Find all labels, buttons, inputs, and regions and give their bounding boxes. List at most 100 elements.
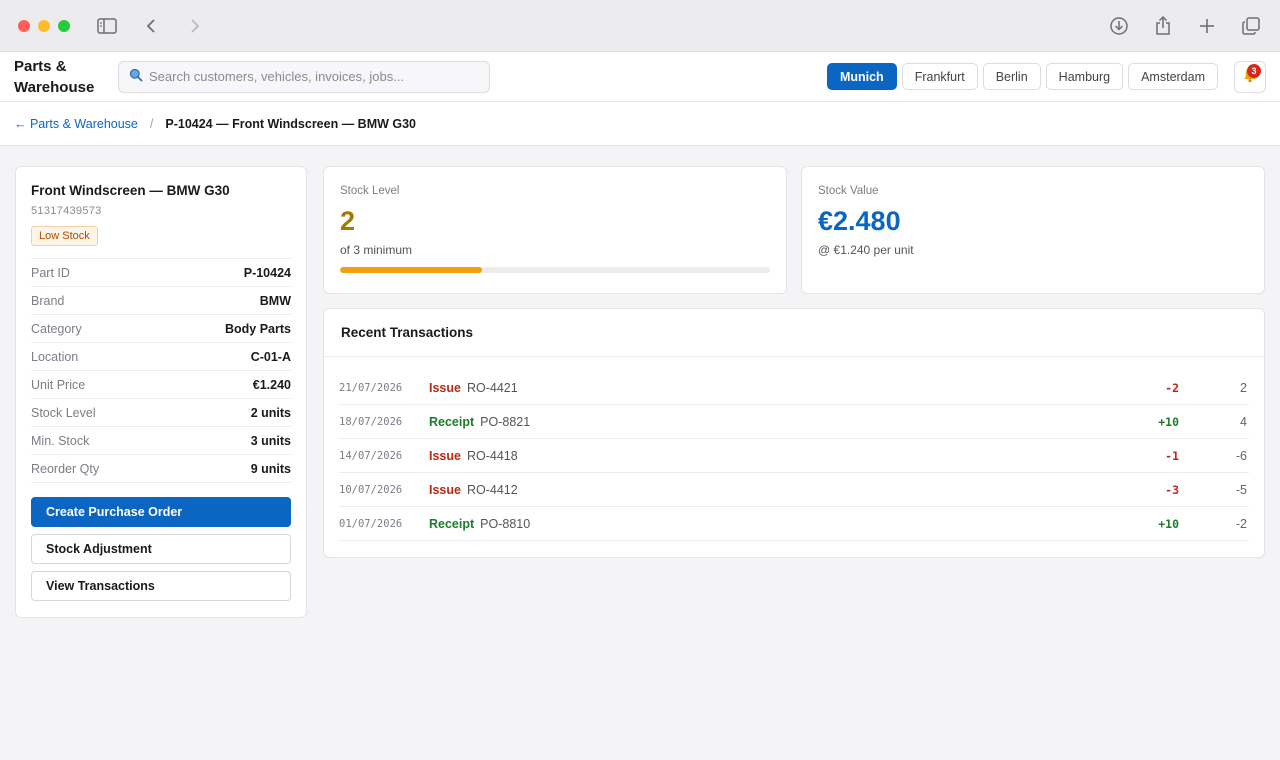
stock-level-value: 2 — [340, 206, 356, 236]
location-munich[interactable]: Munich — [826, 63, 897, 90]
transaction-date: 21/07/2026 — [339, 381, 403, 394]
detail-label: Stock Level — [31, 405, 96, 420]
browser-toolbar — [0, 0, 1280, 52]
transactions-list: 21/07/2026 Issue RO-4421 -2 2 18/07/2026 Recei… — [324, 357, 1264, 557]
right-column: Stock Level 2 of 3 minimum Stock Value €… — [323, 166, 1265, 618]
transactions-title: Recent Transactions — [324, 309, 1264, 357]
stock-value-card: Stock Value €2.480 @ €1.240 per unit — [801, 166, 1265, 294]
location-hamburg[interactable]: Hamburg — [1045, 63, 1124, 90]
detail-value: 9 units — [250, 461, 291, 476]
close-window-button[interactable] — [18, 19, 30, 32]
transaction-date: 14/07/2026 — [339, 449, 403, 462]
detail-value: €1.240 — [252, 377, 291, 392]
stock-adjustment-button[interactable]: Stock Adjustment — [31, 534, 291, 564]
location-berlin[interactable]: Berlin — [982, 63, 1041, 90]
detail-value: BMW — [259, 293, 291, 308]
transaction-date: 01/07/2026 — [339, 517, 403, 530]
detail-value: 2 units — [250, 405, 291, 420]
transaction-quantity: -3 — [1165, 482, 1179, 497]
part-title: Front Windscreen — BMW G30 — [31, 183, 230, 198]
transaction-type: Issue — [429, 380, 461, 395]
transaction-type: Issue — [429, 482, 461, 497]
transaction-reference: RO-4412 — [466, 482, 518, 497]
notification-count-badge: 3 — [1247, 63, 1261, 78]
tabs-overview-icon[interactable] — [1240, 15, 1262, 37]
app-brand: Parts & Warehouse — [14, 57, 95, 96]
transaction-row[interactable]: 01/07/2026 Receipt PO-8810 +10 -2 — [339, 507, 1249, 541]
transaction-row[interactable]: 14/07/2026 Issue RO-4418 -1 -6 — [339, 439, 1249, 473]
transaction-row[interactable]: 18/07/2026 Receipt PO-8821 +10 4 — [339, 405, 1249, 439]
transaction-quantity: +10 — [1158, 516, 1179, 531]
stock-level-progress-bar — [340, 267, 770, 273]
detail-row-reorder-qty: Reorder Qty 9 units — [31, 455, 291, 483]
transaction-date: 10/07/2026 — [339, 483, 403, 496]
transaction-quantity: -1 — [1165, 448, 1179, 463]
stock-value-label: Stock Value — [818, 185, 879, 197]
recent-transactions-card: Recent Transactions 21/07/2026 Issue RO-44… — [323, 308, 1265, 558]
create-purchase-order-button[interactable]: Create Purchase Order — [31, 497, 291, 527]
transaction-type: Receipt — [429, 516, 475, 531]
minimize-window-button[interactable] — [38, 19, 50, 32]
maximize-window-button[interactable] — [58, 19, 70, 32]
transaction-reference: PO-8821 — [480, 414, 531, 429]
breadcrumb-separator: / — [149, 116, 154, 131]
location-frankfurt[interactable]: Frankfurt — [901, 63, 978, 90]
transaction-type: Issue — [429, 448, 461, 463]
download-icon[interactable] — [1108, 15, 1130, 37]
part-details-card: Front Windscreen — BMW G30 51317439573 L… — [15, 166, 307, 618]
breadcrumb: ← Parts & Warehouse / P-10424 — Front Wi… — [0, 102, 1280, 146]
transaction-balance: -6 — [1235, 448, 1247, 463]
detail-value: C-01-A — [250, 349, 291, 364]
transaction-balance: 4 — [1240, 414, 1247, 429]
detail-label: Reorder Qty — [31, 461, 100, 476]
detail-label: Brand — [31, 293, 65, 308]
stock-level-sub: of 3 minimum — [340, 243, 413, 257]
transaction-date: 18/07/2026 — [339, 415, 403, 428]
transaction-balance: -5 — [1235, 482, 1247, 497]
detail-row-location: Location C-01-A — [31, 343, 291, 371]
detail-label: Min. Stock — [31, 433, 90, 448]
view-transactions-button[interactable]: View Transactions — [31, 571, 291, 601]
location-switcher: Munich Frankfurt Berlin Hamburg Amsterda… — [826, 63, 1218, 90]
transaction-balance: -2 — [1235, 516, 1247, 531]
transaction-balance: 2 — [1240, 380, 1247, 395]
detail-value: P-10424 — [243, 265, 291, 280]
stock-value-amount: €2.480 — [818, 206, 901, 236]
transaction-quantity: -2 — [1165, 380, 1179, 395]
stock-level-label: Stock Level — [340, 185, 400, 197]
sidebar-toggle-icon[interactable] — [96, 15, 118, 37]
location-amsterdam[interactable]: Amsterdam — [1128, 63, 1218, 90]
forward-icon[interactable] — [184, 15, 206, 37]
detail-row-stock-level: Stock Level 2 units — [31, 399, 291, 427]
transaction-reference: RO-4418 — [466, 448, 518, 463]
part-details-list: Part ID P-10424 Brand BMW Category Body Par… — [31, 258, 291, 483]
part-number: 51317439573 — [31, 205, 102, 217]
detail-label: Unit Price — [31, 377, 86, 392]
status-badge: Low Stock — [31, 226, 98, 246]
stock-level-progress-fill — [340, 267, 482, 273]
search-box[interactable] — [118, 60, 490, 93]
detail-row-part-id: Part ID P-10424 — [31, 259, 291, 287]
search-input[interactable] — [149, 69, 479, 84]
transaction-quantity: +10 — [1158, 414, 1179, 429]
transaction-reference: PO-8810 — [480, 516, 531, 531]
detail-row-category: Category Body Parts — [31, 315, 291, 343]
breadcrumb-current: P-10424 — Front Windscreen — BMW G30 — [165, 116, 417, 131]
new-tab-icon[interactable] — [1196, 15, 1218, 37]
transaction-row[interactable]: 10/07/2026 Issue RO-4412 -3 -5 — [339, 473, 1249, 507]
transaction-row[interactable]: 21/07/2026 Issue RO-4421 -2 2 — [339, 371, 1249, 405]
back-icon[interactable] — [140, 15, 162, 37]
share-icon[interactable] — [1152, 15, 1174, 37]
main-content: Front Windscreen — BMW G30 51317439573 L… — [0, 146, 1280, 638]
search-icon — [129, 68, 143, 85]
notifications-button[interactable]: 3 — [1234, 60, 1266, 93]
stock-value-sub: @ €1.240 per unit — [818, 243, 914, 257]
detail-row-brand: Brand BMW — [31, 287, 291, 315]
detail-value: 3 units — [250, 433, 291, 448]
stats-row: Stock Level 2 of 3 minimum Stock Value €… — [323, 166, 1265, 294]
detail-label: Category — [31, 321, 82, 336]
detail-row-min-stock: Min. Stock 3 units — [31, 427, 291, 455]
app-header: Parts & Warehouse Munich Frankfurt Berli… — [0, 52, 1280, 102]
transaction-type: Receipt — [429, 414, 475, 429]
breadcrumb-back-link[interactable]: ← Parts & Warehouse — [14, 117, 138, 131]
